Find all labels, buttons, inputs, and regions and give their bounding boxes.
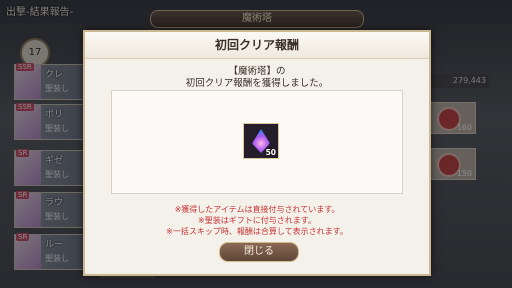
note-line: ※聖装はギフトに付与されます。 <box>198 216 316 225</box>
reward-item[interactable]: 50 <box>243 123 279 159</box>
dialog-title: 初回クリア報酬 <box>214 38 299 52</box>
note-line: ※一括スキップ時、報酬は合算して表示されます。 <box>166 227 348 236</box>
note-line: ※獲得したアイテムは直接付与されています。 <box>174 205 340 214</box>
message-line-2: 初回クリア報酬を獲得しました。 <box>185 78 329 89</box>
reward-quantity: 50 <box>265 148 276 157</box>
close-button[interactable]: 閉じる <box>219 242 299 262</box>
first-clear-reward-dialog: 初回クリア報酬 【魔術塔】の 初回クリア報酬を獲得しました。 50 ※獲得したア… <box>83 30 431 276</box>
reward-area: 50 <box>111 90 403 194</box>
dialog-header: 初回クリア報酬 <box>85 32 429 59</box>
